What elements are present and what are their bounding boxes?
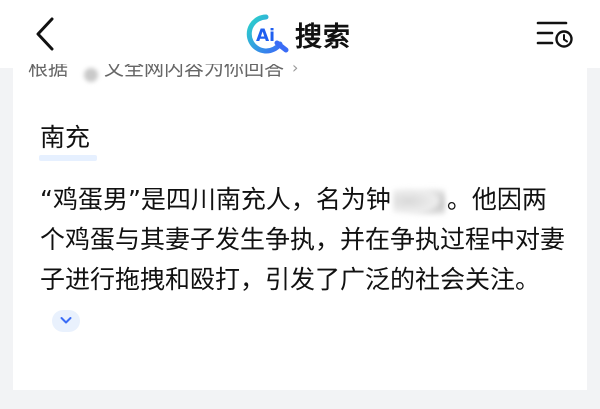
brand: Ai 搜索 <box>244 12 351 56</box>
answer-text-before: “鸡蛋男”是四川南充人，名为钟 <box>40 185 391 214</box>
chevron-left-icon <box>36 17 54 51</box>
history-button[interactable] <box>534 16 576 52</box>
chevron-right-icon: › <box>292 64 299 77</box>
source-text: 文全网内容为你回答 <box>104 64 284 80</box>
list-clock-icon <box>536 21 573 48</box>
expand-button[interactable] <box>52 310 80 332</box>
page-title: 搜索 <box>295 21 351 53</box>
back-button[interactable] <box>28 14 62 54</box>
topic-tag[interactable]: 南充 <box>40 121 90 157</box>
ai-search-logo: Ai <box>246 14 289 54</box>
topic-underline <box>39 155 97 161</box>
redacted-name <box>392 187 445 215</box>
source-note[interactable]: 根据 文全网内容为你回答 › <box>28 64 298 88</box>
top-navigation-bar: Ai 搜索 <box>0 0 600 68</box>
chevron-down-icon <box>60 317 72 324</box>
answer-text: “鸡蛋男”是四川南充人，名为钟 。他因两个鸡蛋与其妻子发生争执，并在争执过程中对妻… <box>40 180 568 340</box>
source-label: 根据 <box>28 64 68 80</box>
redacted-source <box>84 68 98 82</box>
svg-text:Ai: Ai <box>256 26 275 46</box>
